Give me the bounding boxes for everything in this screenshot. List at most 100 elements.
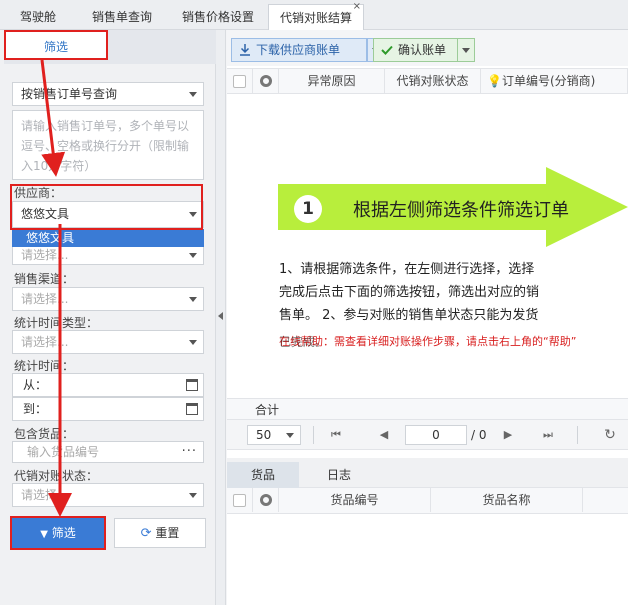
tab-log[interactable]: 日志 xyxy=(303,462,375,488)
time-type-select[interactable]: 请选择... xyxy=(12,330,204,354)
close-icon[interactable]: × xyxy=(353,1,361,13)
pager-separator xyxy=(577,426,578,444)
order-number-placeholder: 请输入销售订单号，多个单号以逗号、空格或换行分开（限制输入10万字符） xyxy=(21,119,190,173)
tab-cockpit[interactable]: 驾驶舱 xyxy=(6,4,70,30)
time-type-label: 统计时间类型： xyxy=(14,316,99,330)
time-label: 统计时间： xyxy=(14,359,75,373)
tab-label: 驾驶舱 xyxy=(19,10,56,24)
last-page-icon[interactable]: ⏭ xyxy=(539,426,557,444)
chevron-down-icon xyxy=(189,253,197,258)
next-page-icon[interactable]: ▶ xyxy=(499,426,517,444)
supplier-highlight-box xyxy=(10,184,203,230)
toolbar: 下载供应商账单 确认账单 xyxy=(227,30,628,66)
supplier-option-label: 悠悠文具 xyxy=(26,231,75,245)
tab-label: 代销对账结算 xyxy=(279,11,352,25)
date-from-label: 从： xyxy=(23,378,48,392)
detail-tab-bar: 货品 日志 xyxy=(227,458,628,488)
status-tail-text: 已完成。 xyxy=(279,335,328,349)
query-type-select[interactable]: 按销售订单号查询 xyxy=(12,82,204,106)
page-total: / 0 xyxy=(471,428,487,442)
refresh-icon: ⟳ xyxy=(140,526,152,541)
tab-sales-price-settings[interactable]: 销售价格设置 xyxy=(172,4,264,30)
order-grid-header: 异常原因 代销对账状态 💡订单编号(分销商) xyxy=(227,68,628,94)
filter-button-label: 筛选 xyxy=(51,526,76,540)
status-placeholder: 请选择... xyxy=(21,488,69,502)
pager-separator xyxy=(313,426,314,444)
goods-placeholder: 输入货品编号 xyxy=(27,445,100,459)
reset-button-label: 重置 xyxy=(155,526,180,540)
column-reconciliation-status[interactable]: 代销对账状态 xyxy=(385,69,481,93)
filter-tab[interactable]: 筛选 xyxy=(4,30,108,60)
panel-splitter[interactable] xyxy=(216,30,226,605)
chevron-down-icon xyxy=(286,433,294,438)
confirm-dropdown-button[interactable] xyxy=(457,38,475,62)
order-number-input[interactable]: 请输入销售订单号，多个单号以逗号、空格或换行分开（限制输入10万字符） xyxy=(12,110,204,180)
column-goods-name[interactable]: 货品名称 xyxy=(431,488,583,512)
settings-cell xyxy=(253,69,279,93)
confirm-button-label: 确认账单 xyxy=(398,43,447,57)
calendar-icon[interactable] xyxy=(186,403,198,415)
status-select[interactable]: 请选择... xyxy=(12,483,204,507)
main-content: 下载供应商账单 确认账单 异常原因 代销对账状态 💡订单编号(分销商) 1 根据… xyxy=(227,30,628,605)
select-all-cell xyxy=(227,488,253,512)
order-number-header-label: 订单编号(分销商) xyxy=(501,74,596,88)
guide-instructions: 1、请根据筛选条件，在左侧进行选择，选择完成后点击下面的筛选按钮，筛选出对应的销… xyxy=(279,262,540,323)
status-label: 代销对账状态： xyxy=(14,469,99,483)
chevron-down-icon xyxy=(189,297,197,302)
channel-label: 销售渠道： xyxy=(14,272,75,286)
date-to-label: 到： xyxy=(23,402,48,416)
calendar-icon[interactable] xyxy=(186,379,198,391)
channel-select[interactable]: 请选择... xyxy=(12,287,204,311)
select-all-checkbox[interactable] xyxy=(233,494,246,507)
download-button-label: 下载供应商账单 xyxy=(256,43,341,57)
refresh-icon[interactable]: ↻ xyxy=(601,426,619,444)
collapse-arrow-icon[interactable] xyxy=(218,312,223,320)
supplier-dropdown-option[interactable]: 悠悠文具 xyxy=(12,229,204,247)
step-title: 根据左侧筛选条件筛选订单 xyxy=(353,200,569,221)
bulb-icon: 💡 xyxy=(487,74,502,88)
filter-button[interactable]: ▼ 筛选 xyxy=(10,516,106,550)
tab-label: 货品 xyxy=(250,468,275,482)
gear-icon[interactable] xyxy=(260,494,272,506)
gear-icon[interactable] xyxy=(260,75,272,87)
pagination-bar: 50 ⏮ ◀ 0 / 0 ▶ ⏭ ↻ xyxy=(227,420,628,450)
tab-label: 日志 xyxy=(326,468,351,482)
goods-grid-header: 货品编号 货品名称 xyxy=(227,488,628,514)
column-goods-number[interactable]: 货品编号 xyxy=(279,488,431,512)
download-supplier-bill-button[interactable]: 下载供应商账单 xyxy=(231,38,367,62)
chevron-down-icon xyxy=(189,340,197,345)
total-row: 合计 xyxy=(227,398,628,420)
goods-label: 包含货品： xyxy=(14,427,75,441)
select-all-checkbox[interactable] xyxy=(233,75,246,88)
column-order-number[interactable]: 💡订单编号(分销商) xyxy=(481,69,628,93)
check-icon xyxy=(381,45,393,55)
tab-sales-order-query[interactable]: 销售单查询 xyxy=(80,4,164,30)
page-size-select[interactable]: 50 xyxy=(247,425,301,445)
filter-panel-header: 筛选 xyxy=(4,30,216,64)
download-icon xyxy=(240,44,250,56)
first-page-icon[interactable]: ⏮ xyxy=(327,426,345,444)
hidden-select[interactable]: 请选择... xyxy=(12,247,204,265)
page-number-input[interactable]: 0 xyxy=(405,425,467,445)
prev-page-icon[interactable]: ◀ xyxy=(375,426,393,444)
query-type-value: 按销售订单号查询 xyxy=(21,87,118,101)
goods-input[interactable]: 输入货品编号 ··· xyxy=(12,441,204,463)
reset-button[interactable]: ⟳ 重置 xyxy=(114,518,206,548)
total-label: 合计 xyxy=(255,403,280,417)
filter-tab-label: 筛选 xyxy=(43,40,68,54)
date-to-input[interactable]: 到： xyxy=(12,397,204,421)
time-type-placeholder: 请选择... xyxy=(21,335,69,349)
confirm-bill-button[interactable]: 确认账单 xyxy=(373,38,469,62)
column-exception-reason[interactable]: 异常原因 xyxy=(279,69,385,93)
tab-goods[interactable]: 货品 xyxy=(227,462,299,488)
date-from-input[interactable]: 从： xyxy=(12,373,204,397)
hidden-select-placeholder: 请选择... xyxy=(21,248,69,262)
filter-panel: 筛选 按销售订单号查询 请输入销售订单号，多个单号以逗号、空格或换行分开（限制输… xyxy=(0,30,216,605)
more-icon[interactable]: ··· xyxy=(182,442,197,462)
settings-cell xyxy=(253,488,279,512)
tab-label: 销售价格设置 xyxy=(181,10,254,24)
step-number-badge: 1 xyxy=(294,195,322,223)
top-tab-bar: 驾驶舱 销售单查询 销售价格设置 代销对账结算 × xyxy=(0,0,628,30)
select-all-cell xyxy=(227,69,253,93)
tab-consignment-settlement[interactable]: 代销对账结算 × xyxy=(268,1,364,30)
